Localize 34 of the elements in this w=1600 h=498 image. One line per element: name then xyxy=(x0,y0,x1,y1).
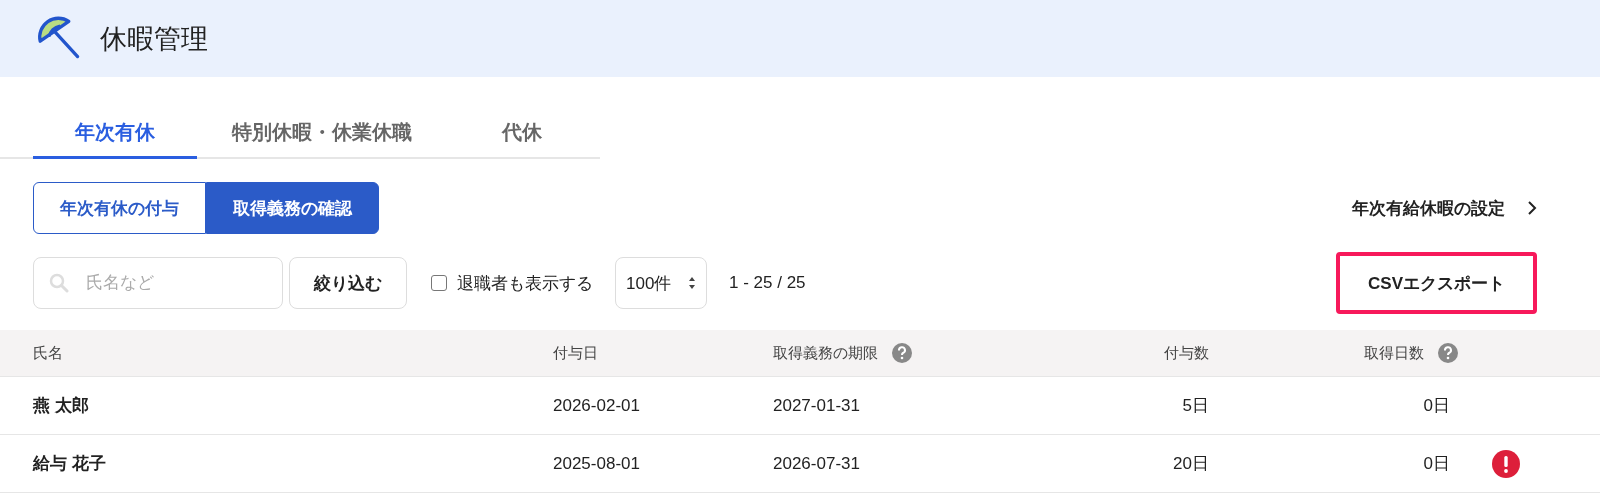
segment-button[interactable]: 年次有休の付与 xyxy=(33,182,206,234)
table-cell-text: 5日 xyxy=(1182,395,1209,417)
segment-button[interactable]: 取得義務の確認 xyxy=(206,182,379,234)
table-cell-text: 20日 xyxy=(1173,453,1209,475)
column-header: 取得日数 xyxy=(1364,343,1424,363)
help-icon[interactable] xyxy=(892,343,912,363)
column-header: 付与日 xyxy=(553,343,598,363)
tab[interactable]: 年次有休 xyxy=(33,113,197,159)
employee-name: 燕 太郎 xyxy=(33,395,89,417)
page-size-select[interactable]: 100件 xyxy=(615,257,707,309)
sort-arrows-icon xyxy=(688,276,696,290)
csv-export-button[interactable]: CSVエクスポート xyxy=(1336,252,1537,314)
tab[interactable]: 代休 xyxy=(447,113,597,159)
chevron-right-icon xyxy=(1527,200,1537,216)
table-cell: 2025-08-01 xyxy=(553,453,640,474)
tab[interactable]: 特別休暇・休業休職 xyxy=(197,113,447,159)
column-header: 付与数 xyxy=(1164,343,1209,363)
result-range: 1 - 25 / 25 xyxy=(729,273,806,293)
table-cell-text: 0日 xyxy=(1423,453,1450,475)
filter-button[interactable]: 絞り込む xyxy=(289,257,407,309)
checkbox-label: 退職者も表示する xyxy=(457,272,593,295)
column-header: 取得義務の期限 xyxy=(773,343,878,363)
column-header: 氏名 xyxy=(33,343,63,363)
table-cell-text: 0日 xyxy=(1423,395,1450,417)
table-cell: 2026-07-31 xyxy=(773,453,860,474)
table-cell: 2027-01-31 xyxy=(773,395,860,416)
employee-name: 給与 花子 xyxy=(33,453,106,475)
table-cell: 2026-02-01 xyxy=(553,395,640,416)
settings-link[interactable]: 年次有給休暇の設定 xyxy=(1352,196,1537,220)
search-field[interactable]: 氏名など xyxy=(33,257,283,309)
app-title: 休暇管理 xyxy=(100,22,208,56)
help-icon[interactable] xyxy=(1438,343,1458,363)
search-icon xyxy=(49,273,69,293)
checkbox[interactable] xyxy=(431,275,447,291)
